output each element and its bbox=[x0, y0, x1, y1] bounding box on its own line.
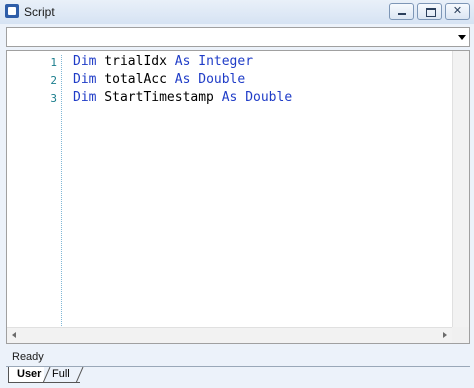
keyword: Dim bbox=[73, 72, 97, 87]
identifier: trialIdx bbox=[96, 54, 175, 69]
horizontal-scrollbar[interactable] bbox=[7, 327, 452, 343]
code-editor[interactable]: 1 Dim trialIdx As Integer 2 Dim totalAcc… bbox=[6, 50, 470, 344]
script-window: Script ✕ 1 Dim trialIdx As Integer 2 Dim… bbox=[0, 0, 474, 388]
script-app-icon bbox=[5, 4, 19, 18]
window-title: Script bbox=[24, 5, 55, 19]
code-line[interactable]: Dim StartTimestamp As Double bbox=[73, 90, 292, 105]
tab-full[interactable]: Full bbox=[44, 367, 80, 383]
keyword: Dim bbox=[73, 90, 97, 105]
view-tabs: User Full bbox=[6, 366, 470, 387]
line-number: 2 bbox=[50, 74, 57, 87]
scroll-right-icon[interactable] bbox=[443, 332, 447, 338]
close-button[interactable]: ✕ bbox=[445, 3, 470, 20]
chevron-down-icon[interactable] bbox=[458, 35, 466, 40]
title-bar[interactable]: Script ✕ bbox=[0, 0, 474, 24]
scroll-left-icon[interactable] bbox=[12, 332, 16, 338]
tab-separator bbox=[76, 367, 84, 383]
type-keyword: Double bbox=[245, 90, 293, 105]
keyword: As bbox=[174, 72, 191, 87]
vertical-scrollbar[interactable] bbox=[452, 51, 469, 328]
line-number: 1 bbox=[50, 56, 57, 69]
keyword: As bbox=[221, 90, 238, 105]
type-keyword: Integer bbox=[198, 54, 254, 69]
code-line[interactable]: Dim trialIdx As Integer bbox=[73, 54, 253, 69]
procedure-dropdown[interactable] bbox=[6, 27, 470, 47]
maximize-icon bbox=[426, 8, 436, 17]
minimize-button[interactable] bbox=[389, 3, 414, 20]
tab-user[interactable]: User bbox=[8, 367, 44, 383]
identifier: totalAcc bbox=[96, 72, 175, 87]
maximize-button[interactable] bbox=[417, 3, 442, 20]
identifier: StartTimestamp bbox=[96, 90, 222, 105]
keyword: As bbox=[174, 54, 191, 69]
minimize-icon bbox=[398, 13, 406, 15]
keyword: Dim bbox=[73, 54, 97, 69]
type-keyword: Double bbox=[198, 72, 246, 87]
fold-margin bbox=[61, 55, 62, 328]
code-line[interactable]: Dim totalAcc As Double bbox=[73, 72, 245, 87]
status-text: Ready bbox=[12, 351, 44, 363]
scrollbar-corner bbox=[452, 327, 469, 343]
close-icon: ✕ bbox=[452, 5, 463, 17]
line-number: 3 bbox=[50, 92, 57, 105]
